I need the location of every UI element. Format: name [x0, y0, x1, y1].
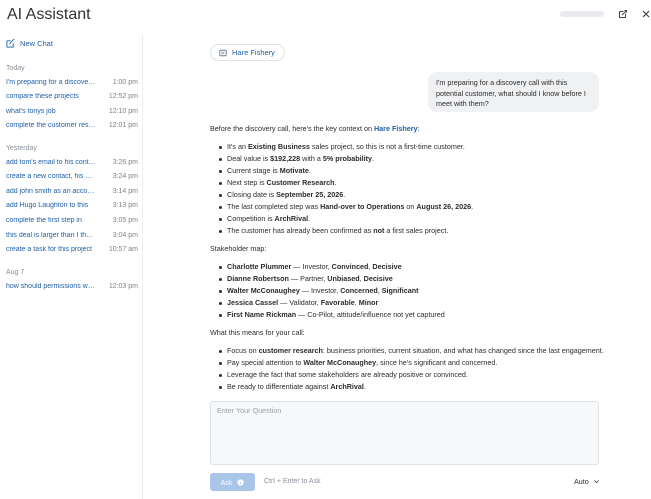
app-title: AI Assistant [7, 6, 91, 23]
chat-time: 3:05 pm [112, 217, 138, 224]
chat-title: add john smith as an account [6, 188, 96, 195]
shortcut-hint: Ctrl + Enter to Ask [264, 478, 321, 485]
stakeholder-item: Charlotte Plummer — Investor, Convinced,… [219, 261, 610, 273]
advice-list: Focus on customer research: business pri… [210, 345, 610, 393]
chat-history-item[interactable]: I'm preparing for a discovery call with … [6, 79, 138, 91]
record-icon [219, 49, 227, 56]
stakeholder-item: Jessica Cassel — Validator, Favorable, M… [219, 297, 610, 309]
chat-time: 1:00 pm [112, 79, 138, 86]
stakeholder-item: First Name Rickman — Co-Pilot, attitude/… [219, 309, 610, 321]
list-item: Focus on customer research: business pri… [219, 345, 610, 357]
chat-time: 3:24 pm [112, 173, 138, 180]
list-item: Closing date is September 25, 2026. [219, 189, 610, 201]
mode-label: Auto [574, 477, 589, 486]
chat-history-item[interactable]: compare these projects 12:52 pm [6, 93, 138, 105]
chat-history-item[interactable]: create a new contact, his name 3:24 pm [6, 173, 138, 185]
list-item: Next step is Customer Research. [219, 177, 610, 189]
list-item: Pay special attention to Walter McConaug… [219, 357, 610, 369]
chat-time: 3:13 pm [112, 202, 138, 209]
ask-button[interactable]: Ask [210, 473, 255, 491]
chevron-down-icon [593, 480, 599, 484]
group-label-today: Today [6, 65, 25, 72]
stakeholder-item: Dianne Robertson — Partner, Unbiased, De… [219, 273, 610, 285]
meaning-heading: What this means for your call: [210, 328, 305, 337]
chat-history-item[interactable]: create a task for this project 10:57 am [6, 246, 138, 258]
chat-history-item[interactable]: add tom's email to his contact 3:26 pm [6, 159, 138, 171]
chat-time: 3:26 pm [112, 159, 138, 166]
header: AI Assistant [0, 0, 651, 34]
sidebar: New Chat Today I'm preparing for a disco… [0, 34, 143, 499]
list-item: Deal value is $192,228 with a 5% probabi… [219, 153, 610, 165]
chat-history-item[interactable]: complete the first step in 3:05 pm [6, 217, 138, 229]
chat-history-item[interactable]: add Hugo Laughton to this 3:13 pm [6, 202, 138, 214]
text: : [417, 124, 420, 133]
chat-time: 3:04 pm [112, 232, 138, 239]
chat-title: how should permissions work [6, 283, 96, 290]
new-chat-icon [6, 39, 15, 48]
list-item: It's an Existing Business sales project,… [219, 141, 610, 153]
facts-list: It's an Existing Business sales project,… [210, 141, 610, 237]
chat-title: complete the first step in [6, 217, 82, 224]
user-message: I'm preparing for a discovery call with … [428, 72, 599, 112]
list-item: The last completed step was Hand-over to… [219, 201, 610, 213]
chat-title: complete the customer research [6, 122, 96, 129]
chat-time: 12:52 pm [108, 93, 138, 100]
chat-title: what's tonys job [6, 108, 56, 115]
list-item: The customer has already been confirmed … [219, 225, 610, 237]
chat-time: 12:10 pm [108, 108, 138, 115]
ask-label: Ask [220, 477, 233, 487]
chat-time: 12:01 pm [108, 122, 138, 129]
question-box [210, 401, 599, 465]
stakeholder-heading: Stakeholder map: [210, 244, 267, 253]
chat-history-item[interactable]: complete the customer research 12:01 pm [6, 122, 138, 134]
chat-title: this deal is larger than I thought [6, 232, 96, 239]
chat-history-item[interactable]: what's tonys job 12:10 pm [6, 108, 138, 120]
chat-time: 10:57 am [108, 246, 138, 253]
stakeholder-list: Charlotte Plummer — Investor, Convinced,… [210, 261, 610, 321]
chat-title: add tom's email to his contact [6, 159, 96, 166]
close-icon[interactable] [638, 6, 651, 22]
group-label-yesterday: Yesterday [6, 145, 37, 152]
chat-history-item[interactable]: how should permissions work 12:03 pm [6, 283, 138, 295]
list-item: Be ready to differentiate against ArchRi… [219, 381, 610, 393]
mode-select[interactable]: Auto [574, 477, 600, 486]
list-item: Current stage is Motivate. [219, 165, 610, 177]
chat-title: create a task for this project [6, 246, 92, 253]
assistant-answer: Before the discovery call, here's the ke… [210, 123, 610, 393]
account-link[interactable]: Hare Fishery [374, 124, 418, 133]
text: Before the discovery call, here's the ke… [210, 124, 374, 133]
chat-title: compare these projects [6, 93, 79, 100]
new-chat-label: New Chat [20, 39, 53, 48]
question-input[interactable] [211, 402, 598, 464]
list-item: Leverage the fact that some stakeholders… [219, 369, 610, 381]
new-chat-button[interactable]: New Chat [6, 39, 53, 48]
chat-panel: Hare Fishery I'm preparing for a discove… [143, 34, 651, 499]
edit-open-icon[interactable] [615, 6, 631, 22]
list-item: Competition is ArchRival. [219, 213, 610, 225]
chat-history-item[interactable]: this deal is larger than I thought 3:04 … [6, 232, 138, 244]
chat-time: 12:03 pm [108, 283, 138, 290]
chat-time: 3:14 pm [112, 188, 138, 195]
chat-history-item[interactable]: add john smith as an account 3:14 pm [6, 188, 138, 200]
group-label-aug7: Aug 7 [6, 269, 25, 276]
chat-title: create a new contact, his name [6, 173, 96, 180]
answer-intro: Before the discovery call, here's the ke… [210, 123, 610, 135]
chat-title: add Hugo Laughton to this [6, 202, 89, 209]
info-icon [237, 478, 245, 486]
stakeholder-item: Walter McConaughey — Investor, Concerned… [219, 285, 610, 297]
chat-title: I'm preparing for a discovery call with … [6, 79, 96, 86]
context-chip-label: Hare Fishery [232, 48, 275, 57]
loading-pill [560, 11, 604, 17]
context-chip[interactable]: Hare Fishery [210, 44, 285, 61]
